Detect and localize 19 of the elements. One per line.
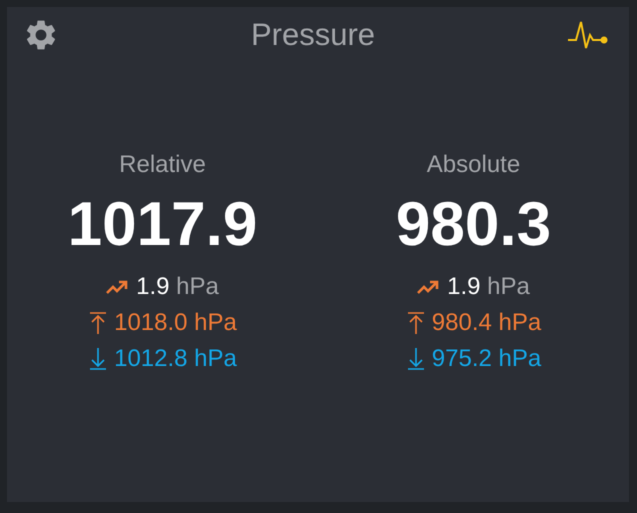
arrow-down-to-line-icon [88, 347, 108, 372]
trend-unit: hPa [487, 273, 530, 300]
trend-unit: hPa [176, 273, 219, 300]
min-value: 975.2 hPa [432, 345, 542, 374]
arrow-up-to-line-icon [88, 311, 108, 336]
max-value: 980.4 hPa [432, 309, 542, 338]
trend-value: 1.9 [136, 273, 170, 300]
pressure-value: 980.3 [396, 191, 552, 260]
trend-up-icon [417, 279, 442, 296]
min-value: 1012.8 hPa [114, 345, 237, 374]
arrow-down-to-line-icon [406, 347, 426, 372]
trend-value: 1.9 [447, 273, 480, 300]
card-title: Pressure [250, 17, 376, 53]
pressure-label: Absolute [426, 151, 520, 179]
trend-up-icon [106, 279, 130, 296]
max-value: 1018.0 hPa [114, 309, 237, 338]
pressure-value: 1017.9 [68, 191, 258, 260]
pressure-label: Relative [119, 151, 206, 179]
arrow-up-to-line-icon [406, 311, 426, 336]
